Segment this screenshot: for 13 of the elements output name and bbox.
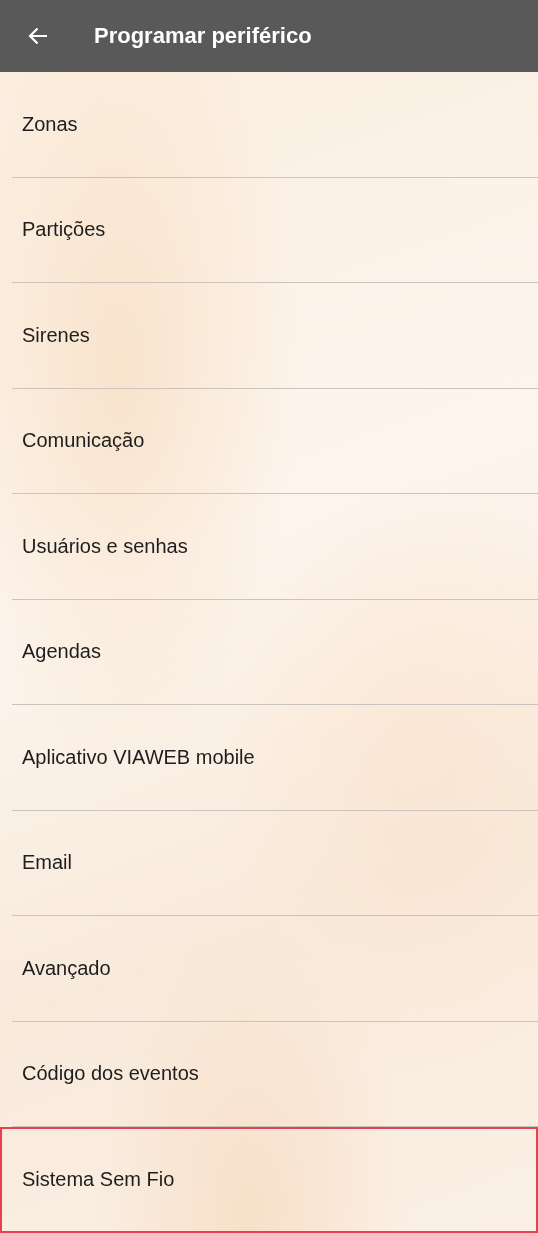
menu-item[interactable]: Comunicação [0, 388, 538, 494]
menu-item[interactable]: Sistema Sem Fio [0, 1127, 538, 1233]
menu-item[interactable]: Código dos eventos [0, 1021, 538, 1127]
menu-item[interactable]: Email [0, 810, 538, 916]
menu-item[interactable]: Avançado [0, 916, 538, 1022]
menu-item[interactable]: Partições [0, 177, 538, 283]
menu-item[interactable]: Sirenes [0, 283, 538, 389]
menu-item[interactable]: Aplicativo VIAWEB mobile [0, 705, 538, 811]
menu-item[interactable]: Zonas [0, 72, 538, 178]
back-arrow-icon [28, 27, 48, 45]
menu-item[interactable]: Usuários e senhas [0, 494, 538, 600]
screen-title: Programar periférico [94, 23, 312, 49]
menu-item[interactable]: Agendas [0, 599, 538, 705]
